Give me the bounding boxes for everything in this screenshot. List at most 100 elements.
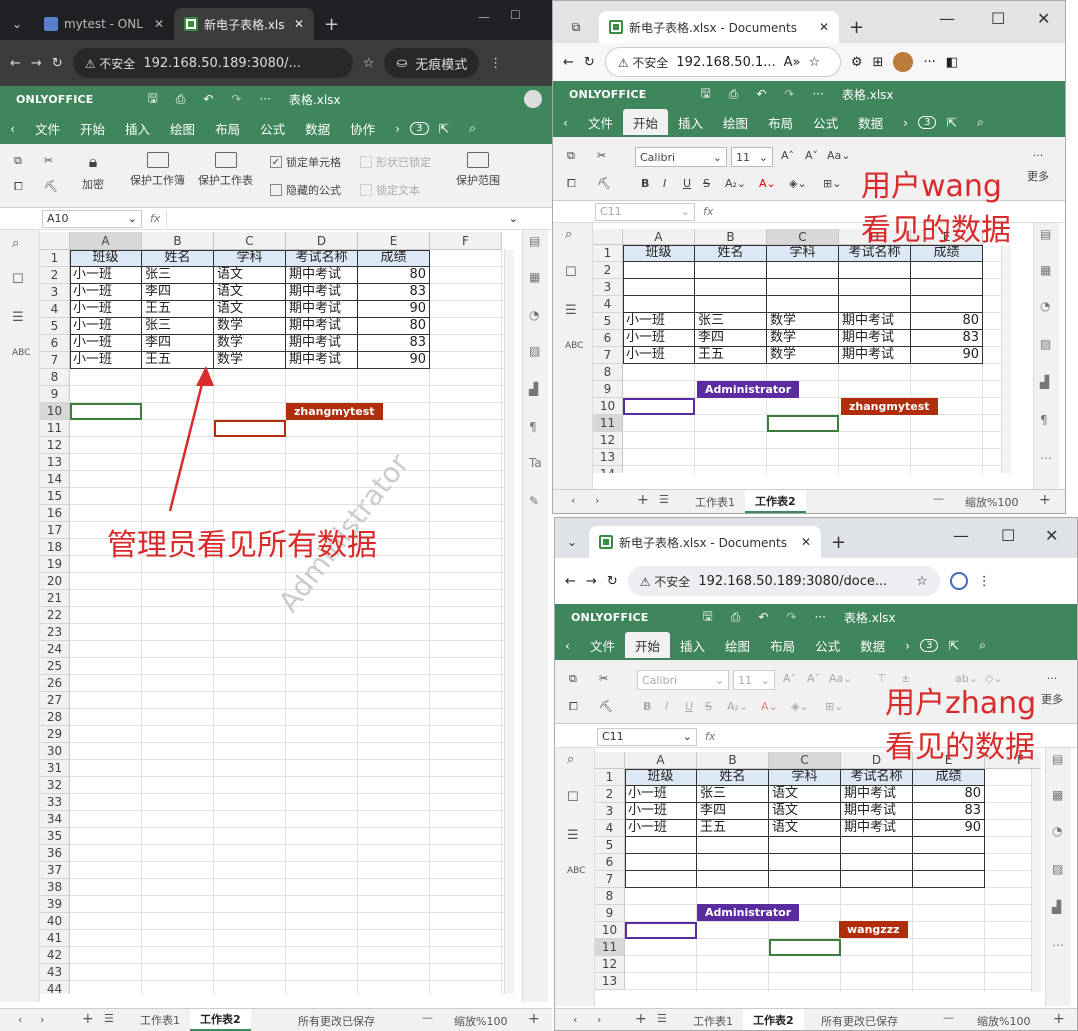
- user-count-badge[interactable]: 3: [410, 121, 429, 135]
- menu-layout[interactable]: 布局: [758, 113, 803, 132]
- chat-icon[interactable]: ☰: [12, 310, 24, 325]
- open-location-icon[interactable]: ⇱: [429, 121, 459, 136]
- search-icon[interactable]: ⌕: [12, 236, 19, 251]
- column-header[interactable]: B: [142, 232, 214, 250]
- row-header[interactable]: 12: [593, 432, 623, 449]
- new-tab-button[interactable]: +: [314, 8, 349, 40]
- menu-scroll-right-icon[interactable]: ›: [895, 638, 920, 653]
- comments-icon[interactable]: ☐: [567, 790, 579, 805]
- next-sheet-icon[interactable]: ›: [40, 1013, 44, 1026]
- menu-insert[interactable]: 插入: [115, 119, 160, 138]
- menu-insert[interactable]: 插入: [668, 113, 713, 132]
- row-header[interactable]: 4: [593, 296, 623, 313]
- admin-tab-spreadsheet[interactable]: 新电子表格.xls ✕: [174, 8, 314, 40]
- decrease-font-icon[interactable]: A˅: [805, 149, 818, 162]
- menu-collaborate[interactable]: 协作: [340, 115, 386, 141]
- image-settings-icon[interactable]: ▨: [1052, 862, 1063, 876]
- row-header[interactable]: 34: [40, 811, 70, 828]
- row-header[interactable]: 30: [40, 743, 70, 760]
- row-header[interactable]: 43: [40, 964, 70, 981]
- search-icon[interactable]: ⌕: [969, 637, 996, 653]
- incognito-badge[interactable]: ⛀ 无痕模式: [384, 48, 480, 78]
- shape-settings-icon[interactable]: ◔: [1040, 299, 1050, 313]
- menu-data[interactable]: 数据: [850, 636, 895, 655]
- row-header[interactable]: 3: [593, 279, 623, 296]
- menu-scroll-right-icon[interactable]: ›: [893, 115, 918, 130]
- row-header[interactable]: 13: [40, 454, 70, 471]
- bold-icon[interactable]: B: [641, 177, 649, 190]
- row-header[interactable]: 6: [593, 330, 623, 347]
- undo-icon[interactable]: ↶: [203, 92, 213, 106]
- hidden-formula-checkbox[interactable]: 隐藏的公式: [270, 182, 341, 198]
- reload-icon[interactable]: ↻: [584, 55, 595, 70]
- menu-layout[interactable]: 布局: [205, 119, 250, 138]
- zoom-in-icon[interactable]: +: [1039, 492, 1051, 508]
- row-header[interactable]: 18: [40, 539, 70, 556]
- subscript-icon[interactable]: A₂⌄: [727, 700, 748, 713]
- menu-draw[interactable]: 绘图: [713, 113, 758, 132]
- bold-icon[interactable]: B: [643, 700, 651, 713]
- reload-icon[interactable]: ↻: [607, 574, 618, 589]
- row-header[interactable]: 3: [595, 803, 625, 820]
- copy-icon[interactable]: ⧉: [14, 154, 22, 168]
- row-header[interactable]: 11: [593, 415, 623, 432]
- underline-icon[interactable]: U: [685, 700, 693, 713]
- menu-icon[interactable]: ⋮: [978, 574, 991, 589]
- column-header[interactable]: F: [430, 232, 502, 250]
- row-header[interactable]: 36: [40, 845, 70, 862]
- increase-font-icon[interactable]: A˄: [783, 672, 796, 685]
- sheet-tab-1[interactable]: 工作表1: [683, 1009, 743, 1030]
- row-header[interactable]: 25: [40, 658, 70, 675]
- row-header[interactable]: 10: [593, 398, 623, 415]
- row-header[interactable]: 14: [40, 471, 70, 488]
- menu-home[interactable]: 开始: [625, 632, 671, 658]
- row-header[interactable]: 6: [595, 854, 625, 871]
- sheet-tab-2[interactable]: 工作表2: [743, 1009, 804, 1030]
- signature-icon[interactable]: ✎: [529, 494, 539, 508]
- underline-icon[interactable]: U: [683, 177, 691, 190]
- maximize-icon[interactable]: ☐: [1001, 526, 1015, 545]
- font-size-select[interactable]: 11 ⌄: [731, 147, 773, 167]
- row-header[interactable]: 38: [40, 879, 70, 896]
- zhang-url-field[interactable]: ⚠ 不安全 192.168.50.189:3080/doce... ☆: [627, 566, 940, 596]
- row-header[interactable]: 29: [40, 726, 70, 743]
- paste-icon[interactable]: ⧠: [569, 700, 578, 714]
- maximize-icon[interactable]: ☐: [991, 9, 1005, 28]
- change-case-icon[interactable]: Aa⌄: [827, 149, 850, 162]
- strikethrough-icon[interactable]: S: [705, 700, 712, 713]
- row-header[interactable]: 5: [593, 313, 623, 330]
- row-header[interactable]: 3: [40, 284, 70, 301]
- menu-formula[interactable]: 公式: [803, 113, 848, 132]
- row-header[interactable]: 2: [595, 786, 625, 803]
- borders-icon[interactable]: ⊞⌄: [825, 700, 843, 713]
- row-header[interactable]: 9: [40, 386, 70, 403]
- more-icon[interactable]: ···: [812, 87, 823, 101]
- chat-icon[interactable]: ☰: [565, 303, 577, 318]
- sidebar-icon[interactable]: ◧: [946, 55, 958, 70]
- menu-formula[interactable]: 公式: [805, 636, 850, 655]
- search-icon[interactable]: ⌕: [967, 114, 994, 130]
- row-header[interactable]: 13: [593, 449, 623, 466]
- column-header[interactable]: C: [214, 232, 286, 250]
- row-header[interactable]: 14: [593, 466, 623, 473]
- row-header[interactable]: 37: [40, 862, 70, 879]
- menu-icon[interactable]: ···: [923, 55, 935, 70]
- wang-url-field[interactable]: ⚠ 不安全 192.168.50.1... A» ☆: [604, 47, 841, 77]
- spellcheck-icon[interactable]: ABC: [12, 348, 30, 358]
- vertical-scrollbar[interactable]: [1001, 245, 1011, 473]
- back-icon[interactable]: ←: [563, 55, 574, 70]
- column-header[interactable]: D: [286, 232, 358, 250]
- more-button[interactable]: ··· 更多: [1041, 672, 1063, 707]
- reload-icon[interactable]: ↻: [52, 56, 63, 71]
- back-icon[interactable]: ←: [565, 574, 576, 589]
- row-header[interactable]: 7: [40, 352, 70, 369]
- forward-icon[interactable]: →: [31, 56, 42, 71]
- italic-icon[interactable]: I: [663, 177, 666, 190]
- more-button[interactable]: ··· 更多: [1027, 149, 1049, 184]
- row-header[interactable]: 15: [40, 488, 70, 505]
- font-name-select[interactable]: Calibri ⌄: [635, 147, 727, 167]
- row-header[interactable]: 1: [595, 769, 625, 786]
- decrease-font-icon[interactable]: A˅: [807, 672, 820, 685]
- new-tab-button[interactable]: +: [839, 11, 874, 43]
- subscript-icon[interactable]: A₂⌄: [725, 177, 746, 190]
